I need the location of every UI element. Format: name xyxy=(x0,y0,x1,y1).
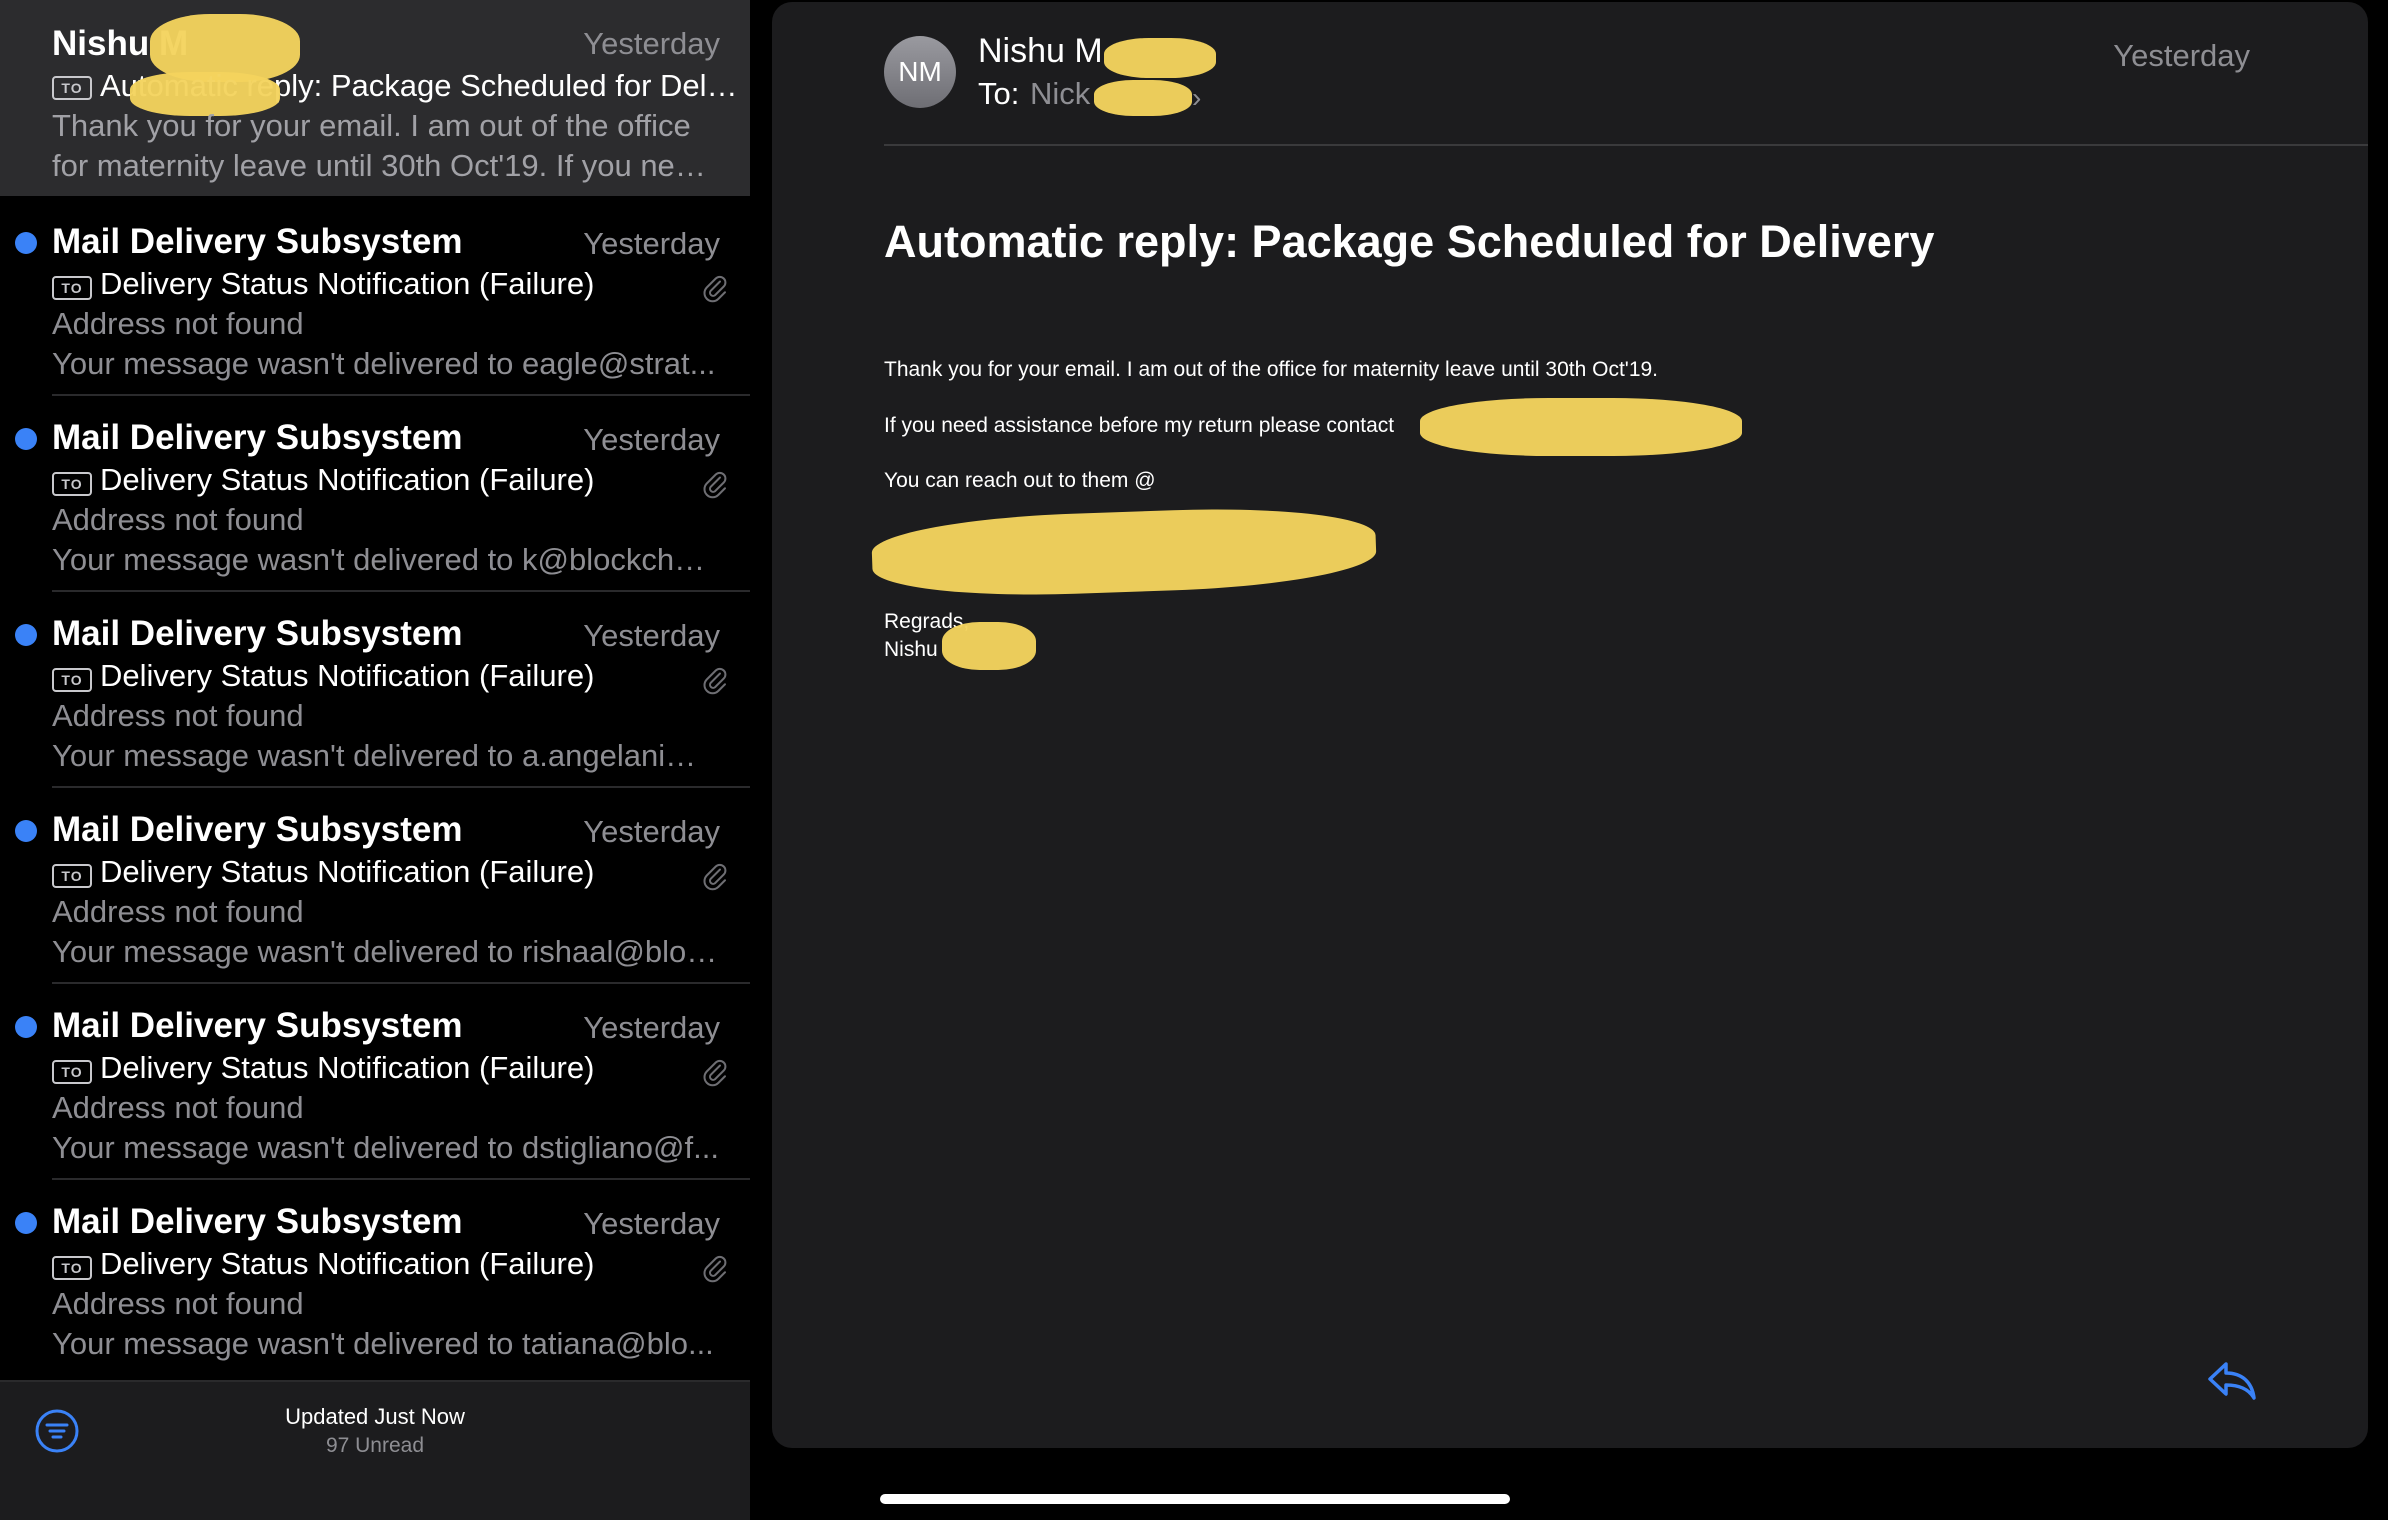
body-line: Nishu xyxy=(884,638,938,661)
unread-dot-icon xyxy=(15,820,37,842)
redaction-mark xyxy=(942,622,1036,670)
redaction-mark xyxy=(1420,398,1742,456)
message-row-selected[interactable]: Nishu M Yesterday TO Automatic reply: Pa… xyxy=(0,0,750,196)
message-list-pane: Nishu M Yesterday TO Automatic reply: Pa… xyxy=(0,0,750,1520)
message-subject: Delivery Status Notification (Failure) xyxy=(100,462,595,497)
to-badge: TO xyxy=(52,668,92,692)
message-preview-line2: Your message wasn't delivered to k@block… xyxy=(52,542,722,577)
message-sender: Mail Delivery Subsystem xyxy=(52,418,463,457)
paperclip-icon xyxy=(703,863,727,891)
to-badge: TO xyxy=(52,276,92,300)
unread-dot-icon xyxy=(15,1212,37,1234)
unread-dot-icon xyxy=(15,232,37,254)
to-badge: TO xyxy=(52,1060,92,1084)
to-badge: TO xyxy=(52,864,92,888)
message-date: Yesterday xyxy=(583,618,720,653)
message-preview-line1: Address not found xyxy=(52,698,304,733)
message-preview-line2: Your message wasn't delivered to eagle@s… xyxy=(52,346,716,381)
message-date: Yesterday xyxy=(583,422,720,457)
body-line: Thank you for your email. I am out of th… xyxy=(884,358,1659,381)
paperclip-icon xyxy=(703,1255,727,1283)
message-date: Yesterday xyxy=(583,814,720,849)
unread-count: 97 Unread xyxy=(325,1434,425,1457)
to-badge: TO xyxy=(52,1256,92,1280)
update-status: Updated Just Now xyxy=(285,1404,465,1429)
message-date: Yesterday xyxy=(583,1206,720,1241)
message-preview-line1: Address not found xyxy=(52,1090,304,1125)
message-list[interactable]: Nishu M Yesterday TO Automatic reply: Pa… xyxy=(0,0,750,1380)
message-sender: Mail Delivery Subsystem xyxy=(52,222,463,261)
paperclip-icon xyxy=(703,667,727,695)
body-line: You can reach out to them @ xyxy=(884,469,1156,492)
to-badge: TO xyxy=(52,76,92,100)
message-subject: Delivery Status Notification (Failure) xyxy=(100,658,595,693)
message-preview-line2: Your message wasn't delivered to a.angel… xyxy=(52,738,722,773)
recipient-label: To: xyxy=(978,76,1020,111)
message-row[interactable]: Mail Delivery Subsystem Yesterday TO Del… xyxy=(0,396,750,592)
message-preview-line2: Your message wasn't delivered to rishaal… xyxy=(52,934,722,969)
paperclip-icon xyxy=(703,1059,727,1087)
home-indicator[interactable] xyxy=(880,1494,1510,1504)
message-preview-line1: Address not found xyxy=(52,502,304,537)
message-preview-line2: Your message wasn't delivered to dstigli… xyxy=(52,1130,719,1165)
sender-name[interactable]: Nishu M xyxy=(978,32,1103,71)
message-reader-pane: NM Nishu M To: Nick › Yesterday Automati… xyxy=(772,2,2368,1448)
paperclip-icon xyxy=(703,275,727,303)
message-date: Yesterday xyxy=(2113,38,2250,73)
message-row[interactable]: Mail Delivery Subsystem Yesterday TO Del… xyxy=(0,984,750,1180)
message-date: Yesterday xyxy=(583,1010,720,1045)
avatar[interactable]: NM xyxy=(884,36,956,108)
message-row[interactable]: Mail Delivery Subsystem Yesterday TO Del… xyxy=(0,592,750,788)
message-preview-line1: Address not found xyxy=(52,894,304,929)
message-subject-title: Automatic reply: Package Scheduled for D… xyxy=(884,216,1935,267)
unread-dot-icon xyxy=(15,428,37,450)
message-preview-line1: Address not found xyxy=(52,1286,304,1321)
message-date: Yesterday xyxy=(583,26,720,61)
redaction-mark xyxy=(1094,80,1192,116)
unread-dot-icon xyxy=(15,1016,37,1038)
message-sender: Mail Delivery Subsystem xyxy=(52,810,463,849)
chevron-right-icon[interactable]: › xyxy=(1192,82,1201,114)
message-subject: Delivery Status Notification (Failure) xyxy=(100,1246,595,1281)
body-line: If you need assistance before my return … xyxy=(884,414,1395,437)
message-subject: Delivery Status Notification (Failure) xyxy=(100,266,595,301)
header-divider xyxy=(884,144,2368,146)
recipient-name[interactable]: Nick xyxy=(1030,76,1090,112)
message-subject: Delivery Status Notification (Failure) xyxy=(100,1050,595,1085)
message-row[interactable]: Mail Delivery Subsystem Yesterday TO Del… xyxy=(0,788,750,984)
message-preview-line1: Address not found xyxy=(52,306,304,341)
message-preview-line1: Thank you for your email. I am out of th… xyxy=(52,108,691,143)
unread-dot-icon xyxy=(15,624,37,646)
redaction-mark xyxy=(870,503,1378,601)
message-date: Yesterday xyxy=(583,226,720,261)
message-subject: Delivery Status Notification (Failure) xyxy=(100,854,595,889)
message-preview-line2: Your message wasn't delivered to tatiana… xyxy=(52,1326,714,1361)
message-sender: Mail Delivery Subsystem xyxy=(52,1202,463,1241)
to-badge: TO xyxy=(52,472,92,496)
message-row[interactable]: Mail Delivery Subsystem Yesterday TO Del… xyxy=(0,1180,750,1376)
message-preview-line2: for maternity leave until 30th Oct'19. I… xyxy=(52,148,722,183)
paperclip-icon xyxy=(703,471,727,499)
redaction-mark xyxy=(1104,38,1216,78)
reply-icon[interactable] xyxy=(2206,1358,2258,1402)
message-sender: Mail Delivery Subsystem xyxy=(52,1006,463,1045)
message-row[interactable]: Mail Delivery Subsystem Yesterday TO Del… xyxy=(0,200,750,396)
message-sender: Mail Delivery Subsystem xyxy=(52,614,463,653)
list-toolbar: Updated Just Now 97 Unread xyxy=(0,1380,750,1520)
